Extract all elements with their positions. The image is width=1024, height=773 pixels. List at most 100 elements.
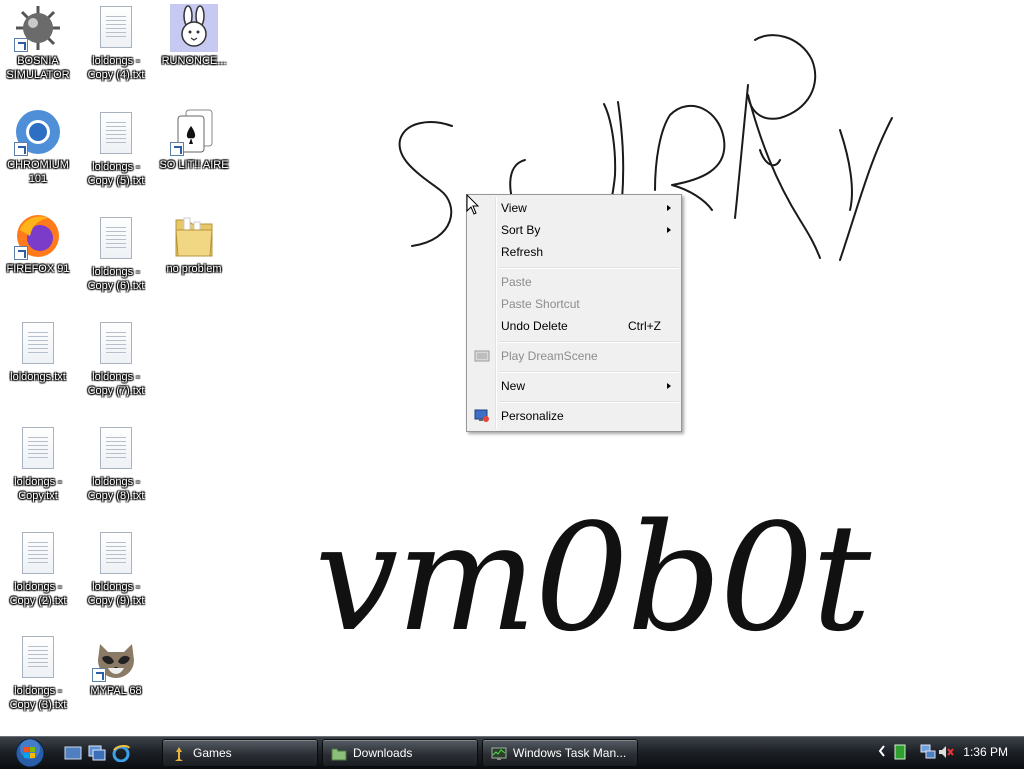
taskbar-button-label: Downloads [353, 746, 413, 760]
folder-icon [331, 745, 347, 761]
menu-item-label: Paste [501, 275, 532, 289]
desktop-context-menu: View Sort By Refresh Paste Paste Shortcu… [466, 194, 682, 432]
text-file-icon [92, 320, 140, 368]
desktop-icon-firefox[interactable]: FIREFOX 91 [0, 212, 76, 276]
wallpaper-logo: vm0b0t [314, 492, 872, 664]
menu-item-label: View [501, 201, 527, 215]
desktop-icon-label: no problem [166, 263, 222, 275]
menu-item-label: Paste Shortcut [501, 297, 580, 311]
text-file-icon [14, 530, 62, 578]
menu-item-label: New [501, 379, 526, 393]
windows-orb-icon [15, 738, 45, 768]
desktop-icon-label: CHROMIUM 101 [7, 159, 69, 185]
dreamscene-icon [474, 348, 490, 364]
battery-meter-icon[interactable] [894, 744, 906, 763]
text-file-icon [92, 110, 140, 158]
desktop-icon-loldongs-copy-8[interactable]: loldongs - Copy (8).txt [78, 425, 154, 503]
internet-explorer-icon[interactable] [112, 744, 130, 763]
desktop-icon-label: BOSNIA SIMULATOR [6, 55, 70, 81]
shortcut-arrow-icon [170, 142, 184, 156]
mine-icon [14, 4, 62, 52]
taskbar-button-label: Games [193, 746, 232, 760]
desktop-icon-label: loldongs - Copy (7).txt [87, 371, 145, 397]
menu-item-shortcut: Ctrl+Z [628, 319, 661, 333]
desktop-icon-loldongs-copy-9[interactable]: loldongs - Copy (9).txt [78, 530, 154, 608]
shortcut-arrow-icon [14, 38, 28, 52]
menu-item-paste-shortcut[interactable]: Paste Shortcut [469, 293, 679, 315]
clock[interactable]: 1:36 PM [963, 745, 1008, 759]
text-file-icon [14, 634, 62, 682]
shortcut-arrow-icon [92, 668, 106, 682]
menu-separator [499, 341, 679, 343]
menu-item-sort-by[interactable]: Sort By [469, 219, 679, 241]
games-icon [171, 745, 187, 761]
switch-windows-icon[interactable] [88, 744, 106, 762]
menu-item-label: Personalize [501, 409, 564, 423]
desktop-icon-solitaire[interactable]: SO LIT!! AIRE [156, 108, 232, 172]
taskbar-button-games[interactable]: Games [162, 739, 318, 767]
show-hidden-icons-chevron-icon[interactable] [878, 745, 886, 760]
network-icon[interactable] [920, 744, 936, 763]
menu-item-undo-delete[interactable]: Undo Delete Ctrl+Z [469, 315, 679, 337]
personalize-icon [474, 408, 490, 424]
text-file-icon [92, 4, 140, 52]
desktop-icon-label: RUNONCE... [161, 55, 227, 67]
desktop-icon-loldongs-copy[interactable]: loldongs - Copy.txt [0, 425, 76, 503]
desktop-icon-loldongs-copy-6[interactable]: loldongs - Copy (6).txt [78, 215, 154, 293]
desktop-icon-no-problem[interactable]: no problem [156, 212, 232, 276]
shortcut-arrow-icon [14, 246, 28, 260]
menu-item-personalize[interactable]: Personalize [469, 405, 679, 427]
menu-separator [499, 371, 679, 373]
submenu-arrow-icon [667, 205, 671, 211]
volume-muted-icon[interactable] [938, 744, 954, 763]
text-file-icon [92, 215, 140, 263]
menu-separator [499, 267, 679, 269]
desktop-icon-label: loldongs - Copy (9).txt [87, 581, 145, 607]
desktop-icon-label: loldongs - Copy (5).txt [87, 161, 145, 187]
shortcut-arrow-icon [14, 142, 28, 156]
desktop-icon-label: loldongs.txt [10, 371, 66, 383]
desktop-icon-loldongs-copy-2[interactable]: loldongs - Copy (2).txt [0, 530, 76, 608]
menu-item-play-dreamscene[interactable]: Play DreamScene [469, 345, 679, 367]
menu-item-refresh[interactable]: Refresh [469, 241, 679, 263]
desktop-icon-label: loldongs - Copy (6).txt [87, 266, 145, 292]
desktop-icon-label: MYPAL 68 [90, 685, 142, 697]
menu-item-label: Refresh [501, 245, 544, 259]
menu-item-new[interactable]: New [469, 375, 679, 397]
desktop-icon-chromium[interactable]: CHROMIUM 101 [0, 108, 76, 186]
cards-icon [170, 108, 218, 156]
desktop-icon-loldongs-copy-3[interactable]: loldongs - Copy (3).txt [0, 634, 76, 712]
firefox-icon [14, 212, 62, 260]
desktop-icon-label: loldongs - Copy.txt [14, 476, 62, 502]
taskbar-button-downloads[interactable]: Downloads [322, 739, 478, 767]
menu-item-paste[interactable]: Paste [469, 271, 679, 293]
desktop-icon-bosnia-simulator[interactable]: BOSNIA SIMULATOR [0, 4, 76, 82]
menu-item-label: Undo Delete [501, 319, 568, 333]
menu-item-view[interactable]: View [469, 197, 679, 219]
show-desktop-icon[interactable] [64, 744, 82, 762]
text-file-icon [14, 425, 62, 473]
desktop-icon-label: FIREFOX 91 [6, 263, 70, 275]
chromium-icon [14, 108, 62, 156]
submenu-arrow-icon [667, 383, 671, 389]
desktop-icon-loldongs-copy-7[interactable]: loldongs - Copy (7).txt [78, 320, 154, 398]
desktop-icon-loldongs[interactable]: loldongs.txt [0, 320, 76, 384]
raccoon-icon [92, 634, 140, 682]
text-file-icon [92, 425, 140, 473]
mouse-cursor-icon [466, 194, 480, 215]
desktop-icon-label: loldongs - Copy (8).txt [87, 476, 145, 502]
desktop-icon-mypal[interactable]: MYPAL 68 [78, 634, 154, 698]
text-file-icon [14, 320, 62, 368]
taskbar-button-label: Windows Task Man... [513, 746, 627, 760]
desktop-icon-runonce[interactable]: RUNONCE... [156, 4, 232, 68]
desktop-icon-loldongs-copy-5[interactable]: loldongs - Copy (5).txt [78, 110, 154, 188]
desktop[interactable]: vm0b0t BOSNIA SIMULATOR CHROMIUM 101 FIR… [0, 0, 1024, 736]
desktop-icon-label: SO LIT!! AIRE [159, 159, 229, 171]
start-button[interactable] [6, 737, 50, 769]
desktop-icon-label: loldongs - Copy (3).txt [9, 685, 67, 711]
taskbar-button-task-manager[interactable]: Windows Task Man... [482, 739, 638, 767]
desktop-icon-loldongs-copy-4[interactable]: loldongs - Copy (4).txt [78, 4, 154, 82]
desktop-icon-label: loldongs - Copy (2).txt [9, 581, 67, 607]
system-tray: 1:36 PM [874, 737, 1024, 768]
menu-item-label: Play DreamScene [501, 349, 598, 363]
